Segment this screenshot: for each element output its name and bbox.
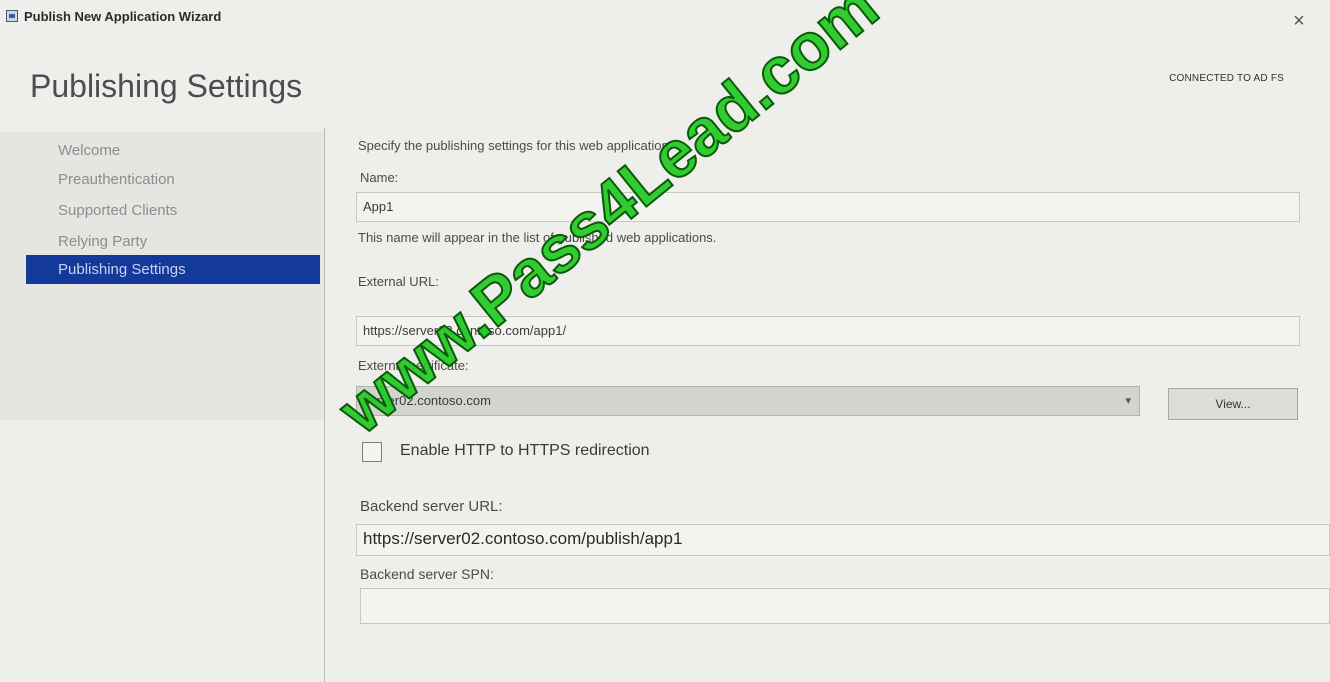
close-icon[interactable]: ×: [1288, 10, 1310, 32]
name-label: Name:: [360, 170, 399, 185]
nav-divider: [324, 128, 325, 682]
backend-url-input[interactable]: https://server02.contoso.com/publish/app…: [356, 524, 1330, 556]
wizard-window: Publish New Application Wizard × Publish…: [0, 0, 1330, 682]
http-redirect-checkbox[interactable]: [362, 442, 382, 462]
external-url-input[interactable]: https://server02.contoso.com/app1/: [356, 316, 1300, 346]
http-redirect-label: Enable HTTP to HTTPS redirection: [400, 442, 650, 459]
nav-step-preauthentication[interactable]: Preauthentication: [58, 171, 175, 188]
title-bar: Publish New Application Wizard ×: [0, 0, 1330, 40]
connection-status: CONNECTED TO AD FS: [1169, 73, 1284, 84]
nav-step-welcome[interactable]: Welcome: [58, 142, 120, 159]
external-certificate-select[interactable]: server02.contoso.com ▾: [356, 386, 1140, 416]
name-hint-text: This name will appear in the list of pub…: [358, 230, 717, 245]
wizard-steps-nav: Welcome Preauthentication Supported Clie…: [0, 132, 324, 682]
nav-step-publishing-settings[interactable]: Publishing Settings: [26, 255, 320, 284]
nav-step-relying-party[interactable]: Relying Party: [58, 233, 147, 250]
wizard-app-icon: [6, 10, 18, 22]
page-title: Publishing Settings: [30, 68, 303, 104]
nav-panel-lower: [0, 420, 324, 682]
name-input[interactable]: App1: [356, 192, 1300, 222]
external-certificate-value: server02.contoso.com: [363, 393, 491, 408]
window-title: Publish New Application Wizard: [24, 9, 222, 24]
watermark-text: www.Pass4Lead.com: [324, 0, 892, 448]
backend-spn-label: Backend server SPN:: [360, 566, 494, 582]
external-certificate-label: External certificate:: [358, 358, 469, 373]
external-url-label: External URL:: [358, 274, 439, 289]
backend-url-label: Backend server URL:: [360, 498, 503, 515]
nav-step-supported-clients[interactable]: Supported Clients: [58, 202, 177, 219]
view-certificate-button[interactable]: View...: [1168, 388, 1298, 420]
backend-spn-input[interactable]: [360, 588, 1330, 624]
chevron-down-icon: ▾: [1125, 395, 1131, 407]
form-intro-text: Specify the publishing settings for this…: [358, 138, 673, 153]
